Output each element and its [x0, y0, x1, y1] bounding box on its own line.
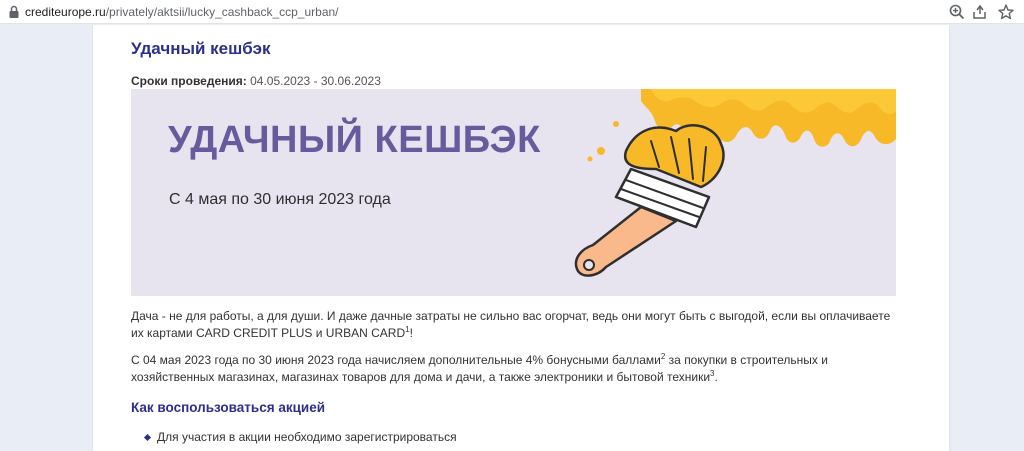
browser-address-bar: crediteurope.ru/privately/aktsii/lucky_c…: [0, 0, 1024, 24]
banner-subtitle: С 4 мая по 30 июня 2023 года: [169, 191, 391, 208]
promo-banner: УДАЧНЫЙ КЕШБЭК С 4 мая по 30 июня 2023 г…: [131, 89, 896, 296]
zoom-icon[interactable]: [948, 3, 966, 21]
lock-icon[interactable]: [8, 5, 20, 19]
diamond-bullet-icon: [143, 433, 152, 442]
url-path: /privately/aktsii/lucky_cashback_ccp_urb…: [105, 5, 339, 19]
terms-text: С 04 мая 2023 года по 30 июня 2023 года …: [131, 353, 661, 367]
star-icon[interactable]: [997, 3, 1015, 21]
steps-list: Для участия в акции необходимо зарегистр…: [143, 430, 457, 444]
terms-paragraph: С 04 мая 2023 года по 30 июня 2023 года …: [131, 352, 891, 386]
share-icon[interactable]: [971, 3, 989, 21]
terms-text-end: .: [714, 370, 718, 384]
url-field[interactable]: crediteurope.ru/privately/aktsii/lucky_c…: [25, 5, 339, 19]
dates-label: Сроки проведения:: [131, 74, 247, 88]
promo-dates: Сроки проведения: 04.05.2023 - 30.06.202…: [131, 74, 381, 88]
list-item-text: Для участия в акции необходимо зарегистр…: [157, 430, 457, 444]
section-title: Как воспользоваться акцией: [131, 400, 326, 415]
list-item: Для участия в акции необходимо зарегистр…: [143, 430, 457, 444]
dates-value: 04.05.2023 - 30.06.2023: [250, 74, 381, 88]
intro-text-end: !: [409, 326, 413, 340]
intro-paragraph: Дача - не для работы, а для души. И даже…: [131, 308, 891, 342]
page-title: Удачный кешбэк: [131, 39, 271, 58]
url-host: crediteurope.ru: [25, 5, 106, 19]
intro-text: Дача - не для работы, а для души. И даже…: [131, 309, 891, 340]
banner-title: УДАЧНЫЙ КЕШБЭК: [168, 119, 541, 161]
